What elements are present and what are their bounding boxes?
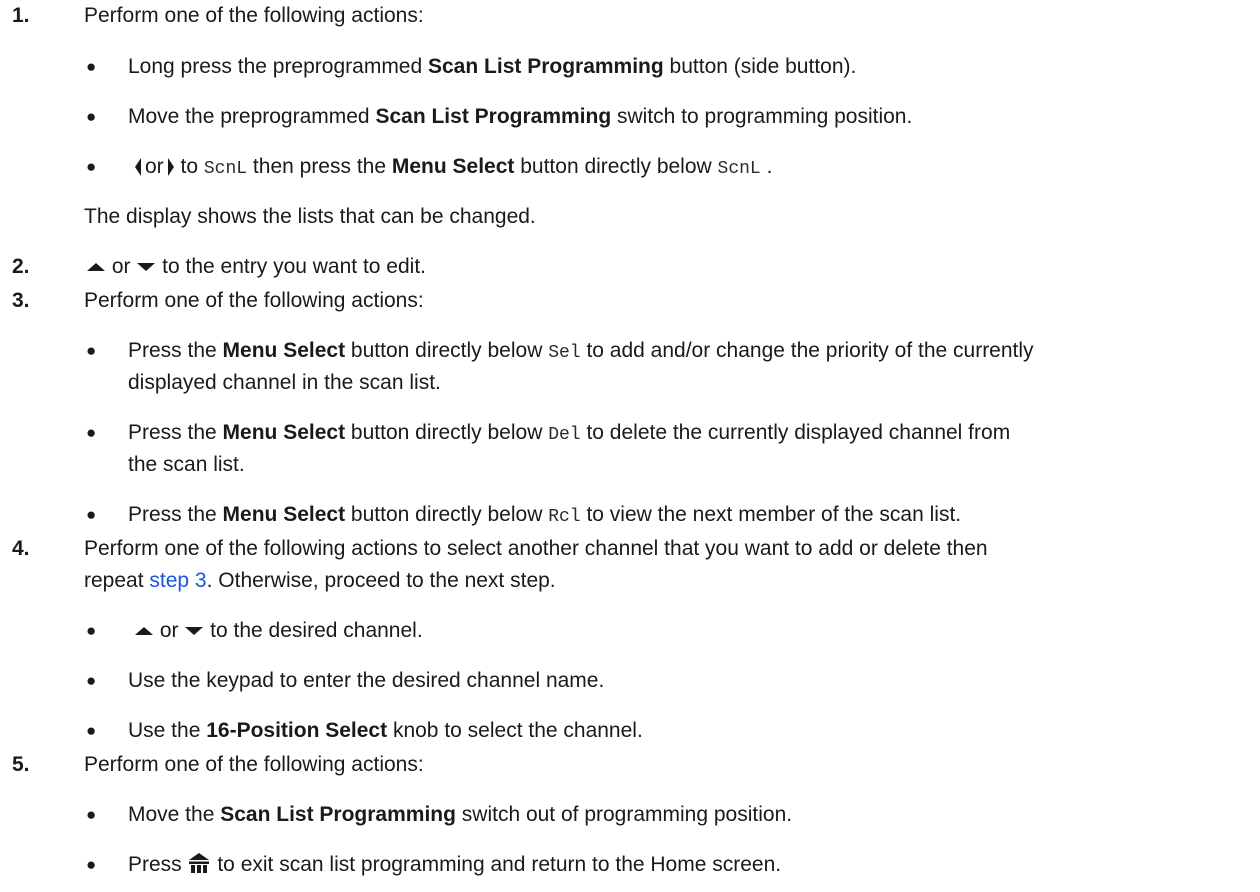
ui-term: Scan List Programming <box>375 105 612 128</box>
step-number: 4. <box>12 537 30 560</box>
left-arrow-icon <box>134 157 142 177</box>
ui-term: Menu Select <box>391 155 515 178</box>
display-code: ScnL <box>717 159 761 179</box>
step-intro: Perform one of the following actions: <box>84 289 424 312</box>
step-intro: Perform one of the following actions: <box>84 4 424 27</box>
step-number: 1. <box>12 4 30 27</box>
bullet-glyph: ● <box>86 341 97 360</box>
ui-term: Scan List Programming <box>428 55 664 78</box>
bullet-glyph: ● <box>86 621 97 640</box>
step-number: 2. <box>12 255 30 278</box>
step-intro: Perform one of the following actions to … <box>84 537 988 560</box>
up-arrow-icon <box>86 262 106 272</box>
bullet-glyph: ● <box>86 423 97 442</box>
display-code: Rcl <box>548 507 581 527</box>
bullet-glyph: ● <box>86 107 97 126</box>
step-number: 5. <box>12 753 30 776</box>
bullet-glyph: ● <box>86 157 97 176</box>
ui-term: Menu Select <box>222 503 346 526</box>
ui-term: Menu Select <box>222 421 346 444</box>
step-3-link[interactable]: step 3 <box>149 569 206 592</box>
bullet-glyph: ● <box>86 855 97 874</box>
ui-term: 16-Position Select <box>206 719 388 742</box>
bullet-glyph: ● <box>86 505 97 524</box>
down-arrow-icon <box>136 262 156 272</box>
display-code: Del <box>548 425 581 445</box>
ui-term: Scan List Programming <box>220 803 456 826</box>
up-arrow-icon <box>134 626 154 636</box>
bullet-glyph: ● <box>86 671 97 690</box>
step-intro: Perform one of the following actions: <box>84 753 424 776</box>
down-arrow-icon <box>184 626 204 636</box>
display-code: ScnL <box>203 159 248 179</box>
bullet-glyph: ● <box>86 721 97 740</box>
right-arrow-icon <box>167 157 175 177</box>
home-icon <box>188 852 210 874</box>
bullet-glyph: ● <box>86 805 97 824</box>
step-number: 3. <box>12 289 30 312</box>
ui-term: Menu Select <box>222 339 346 362</box>
bullet-glyph: ● <box>86 57 97 76</box>
display-code: Sel <box>548 343 581 363</box>
step-result-text: The display shows the lists that can be … <box>84 205 536 228</box>
